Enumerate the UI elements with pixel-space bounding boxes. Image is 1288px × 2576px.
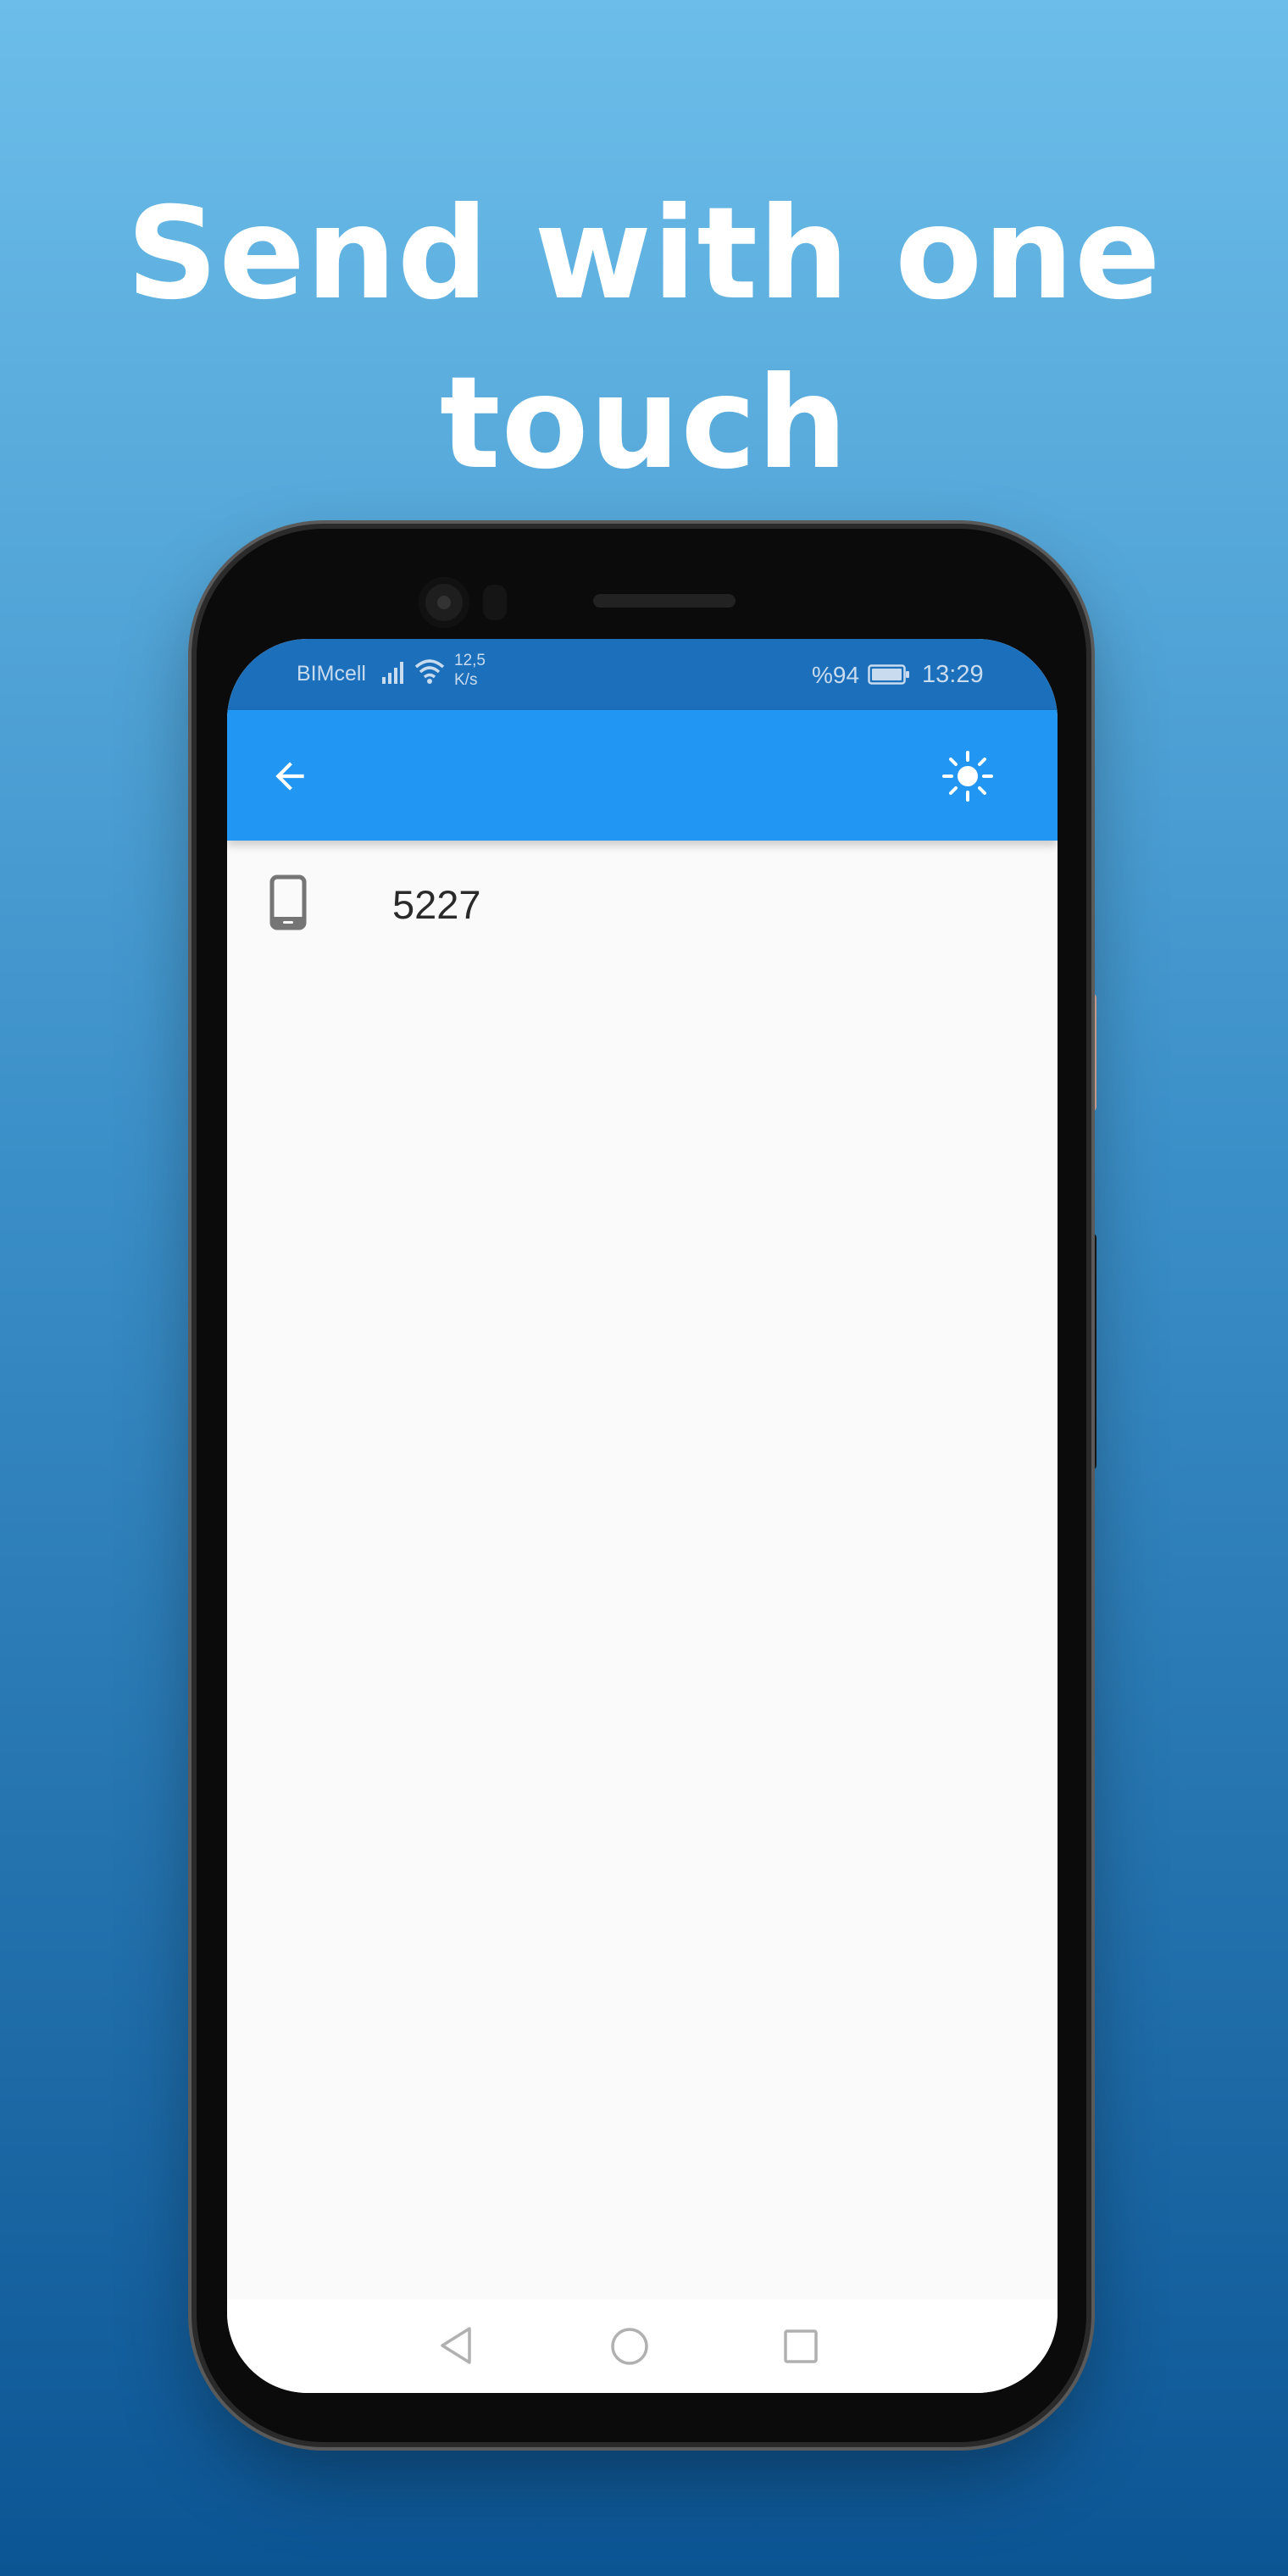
app-bar bbox=[227, 710, 1058, 841]
carrier-name: BIMcell bbox=[297, 662, 366, 686]
nav-home-icon[interactable] bbox=[610, 2327, 649, 2366]
volume-button bbox=[1086, 993, 1096, 1112]
brightness-icon bbox=[942, 751, 993, 802]
signal-icon bbox=[382, 662, 403, 684]
brightness-button[interactable] bbox=[934, 742, 1002, 810]
battery-icon bbox=[868, 664, 909, 685]
status-time: 13:29 bbox=[922, 661, 984, 688]
navigation-bar bbox=[227, 2300, 1058, 2393]
network-speed-value: 12,5 bbox=[454, 652, 486, 669]
phone-screen: BIMcell 12,5 K/s %94 13:29 5227 bbox=[227, 639, 1058, 2393]
nav-back-icon[interactable] bbox=[437, 2325, 475, 2366]
list-item[interactable]: 5227 bbox=[227, 841, 1058, 968]
battery-percent: %94 bbox=[812, 662, 860, 688]
status-bar: BIMcell 12,5 K/s %94 13:29 bbox=[227, 639, 1058, 710]
headline: Send with one touch bbox=[126, 180, 1162, 497]
phone-mockup: BIMcell 12,5 K/s %94 13:29 5227 bbox=[197, 529, 1086, 2442]
power-button bbox=[1086, 1233, 1096, 1470]
network-speed-unit: K/s bbox=[454, 671, 478, 689]
earpiece-speaker bbox=[593, 594, 736, 608]
back-button[interactable] bbox=[258, 744, 322, 808]
proximity-sensor bbox=[483, 585, 507, 620]
list-item-label: 5227 bbox=[392, 882, 481, 927]
smartphone-icon bbox=[269, 874, 307, 930]
arrow-back-icon bbox=[275, 762, 304, 791]
nav-recent-icon[interactable] bbox=[783, 2329, 819, 2364]
front-camera bbox=[419, 577, 469, 628]
network-speed: 12,5 K/s bbox=[454, 651, 486, 690]
wifi-icon bbox=[414, 659, 445, 684]
